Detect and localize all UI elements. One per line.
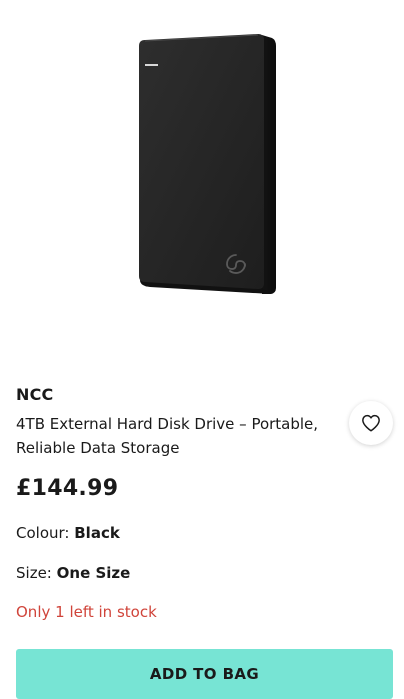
- stock-status: Only 1 left in stock: [16, 603, 157, 621]
- colour-row: Colour: Black: [16, 524, 120, 542]
- size-row: Size: One Size: [16, 564, 130, 582]
- colour-value: Black: [74, 524, 120, 542]
- add-to-bag-button[interactable]: ADD TO BAG: [16, 649, 393, 699]
- product-title: 4TB External Hard Disk Drive – Portable,…: [16, 415, 319, 457]
- product-brand[interactable]: NCC: [16, 385, 53, 404]
- colour-label: Colour:: [16, 524, 70, 542]
- seagate-logo-icon: [226, 254, 246, 274]
- product-image[interactable]: [0, 0, 404, 370]
- size-value: One Size: [56, 564, 131, 582]
- heart-icon: [362, 414, 380, 432]
- size-label: Size:: [16, 564, 52, 582]
- wishlist-button[interactable]: [349, 401, 393, 445]
- product-price: £144.99: [16, 476, 119, 501]
- hard-drive-image: [139, 34, 276, 294]
